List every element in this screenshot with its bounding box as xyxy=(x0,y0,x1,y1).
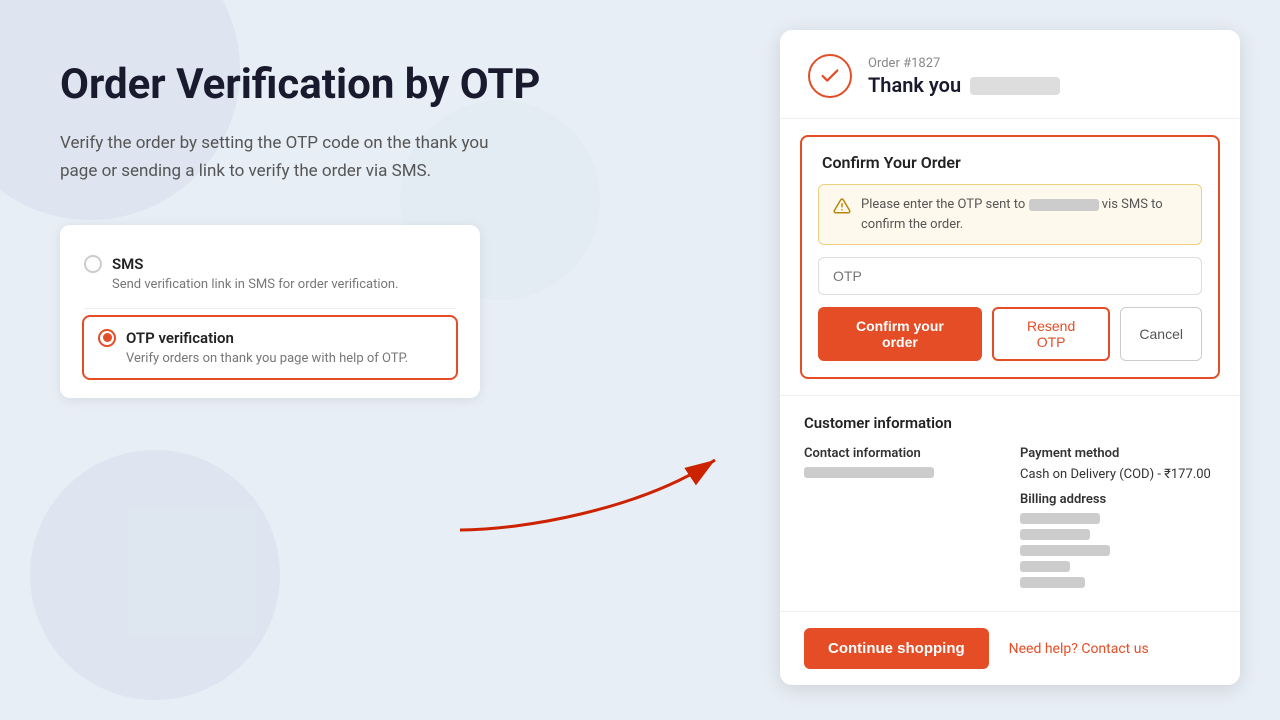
phone-blur xyxy=(1029,199,1099,211)
order-meta: Order #1827 Thank you xyxy=(868,56,1212,97)
options-card: SMS Send verification link in SMS for or… xyxy=(60,225,480,398)
cancel-button[interactable]: Cancel xyxy=(1120,307,1202,361)
otp-label: OTP verification xyxy=(126,329,234,347)
continue-shopping-button[interactable]: Continue shopping xyxy=(804,628,989,669)
order-header: Order #1827 Thank you xyxy=(780,30,1240,119)
billing-name-blur xyxy=(1020,513,1100,524)
sms-option[interactable]: SMS Send verification link in SMS for or… xyxy=(84,245,456,309)
page-description: Verify the order by setting the OTP code… xyxy=(60,130,500,184)
sms-radio[interactable] xyxy=(84,255,102,273)
payment-info-label: Payment method xyxy=(1020,446,1216,461)
email-blur xyxy=(804,467,934,478)
order-thankyou: Thank you xyxy=(868,73,1212,97)
billing-addr2-blur xyxy=(1020,545,1110,556)
confirm-order-button[interactable]: Confirm your order xyxy=(818,307,982,361)
otp-input[interactable] xyxy=(818,257,1202,295)
otp-input-row xyxy=(802,257,1218,307)
contact-link[interactable]: Need help? Contact us xyxy=(1009,641,1149,657)
otp-description: Verify orders on thank you page with hel… xyxy=(126,351,442,366)
order-card: Order #1827 Thank you Confirm Your Order… xyxy=(780,30,1240,685)
payment-value: Cash on Delivery (COD) - ₹177.00 xyxy=(1020,467,1216,482)
order-number: Order #1827 xyxy=(868,56,1212,71)
customer-information-section: Customer information Contact information… xyxy=(780,395,1240,611)
billing-city-blur xyxy=(1020,561,1070,572)
sms-description: Send verification link in SMS for order … xyxy=(112,277,456,292)
customer-name-blur xyxy=(970,77,1060,95)
sms-label: SMS xyxy=(112,255,143,273)
billing-addr1-blur xyxy=(1020,529,1090,540)
billing-label: Billing address xyxy=(1020,492,1216,507)
bg-decoration-2 xyxy=(30,450,280,700)
card-footer: Continue shopping Need help? Contact us xyxy=(780,611,1240,685)
otp-warning-box: Please enter the OTP sent to vis SMS to … xyxy=(818,184,1202,245)
contact-info-label: Contact information xyxy=(804,446,1000,461)
contact-info-col: Contact information xyxy=(804,446,1000,593)
left-panel: Order Verification by OTP Verify the ord… xyxy=(60,60,640,398)
customer-info-title: Customer information xyxy=(804,414,1216,432)
page-title: Order Verification by OTP xyxy=(60,60,640,110)
otp-option[interactable]: OTP verification Verify orders on thank … xyxy=(82,315,458,380)
billing-zip-blur xyxy=(1020,577,1085,588)
otp-radio[interactable] xyxy=(98,329,116,347)
otp-action-buttons: Confirm your order Resend OTP Cancel xyxy=(802,307,1218,377)
otp-section-title: Confirm Your Order xyxy=(802,137,1218,172)
warning-icon xyxy=(833,197,851,219)
arrow-indicator xyxy=(440,430,740,550)
success-icon xyxy=(808,54,852,98)
otp-warning-text: Please enter the OTP sent to vis SMS to … xyxy=(861,195,1187,234)
otp-confirmation-section: Confirm Your Order Please enter the OTP … xyxy=(800,135,1220,379)
resend-otp-button[interactable]: Resend OTP xyxy=(992,307,1111,361)
info-columns: Contact information Payment method Cash … xyxy=(804,446,1216,593)
payment-info-col: Payment method Cash on Delivery (COD) - … xyxy=(1020,446,1216,593)
